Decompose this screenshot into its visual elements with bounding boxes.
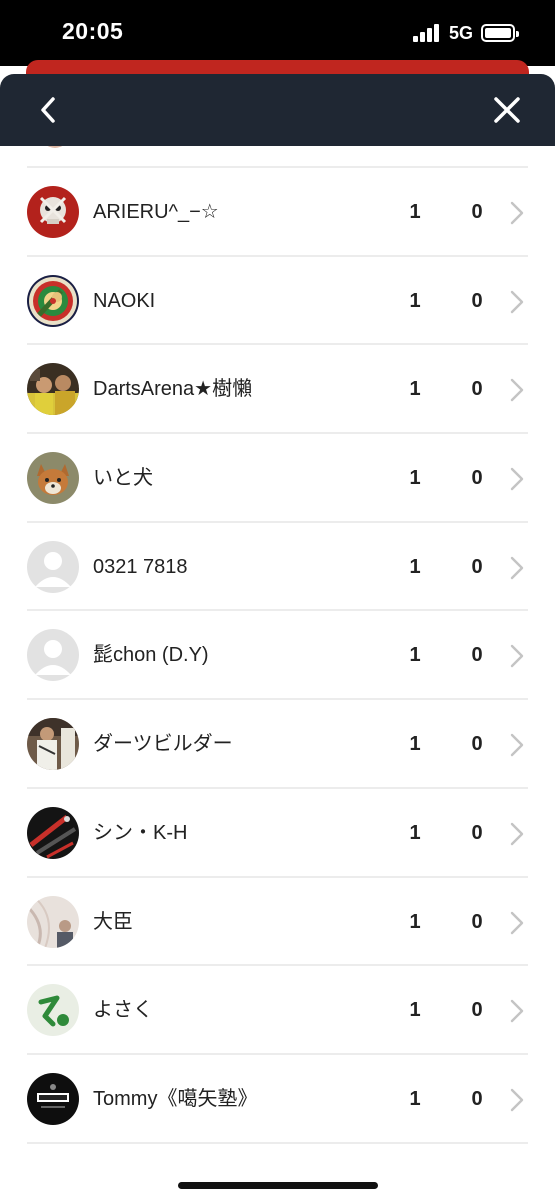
- avatar: [27, 629, 79, 682]
- chevron-left-icon: [41, 97, 55, 123]
- stat-value-1: 1: [409, 289, 421, 312]
- player-name: シン・K-H: [93, 821, 188, 844]
- list-item[interactable]: NAOKI 1 0: [27, 257, 528, 346]
- stat-value-1: 1: [409, 378, 421, 401]
- stat-value-1: 1: [409, 733, 421, 756]
- stat-value-2: 0: [471, 201, 483, 223]
- stat-value-1: 1: [409, 467, 421, 490]
- chevron-right-icon: [510, 467, 524, 491]
- stat-value-2: 0: [471, 378, 483, 401]
- player-name: いと犬: [93, 467, 153, 490]
- list-item-partial: [27, 146, 528, 168]
- stat-value-1: 1: [409, 555, 421, 578]
- list-item[interactable]: ダーツビルダー 1 0: [27, 700, 528, 789]
- stat-value-2: 0: [471, 644, 483, 667]
- player-name: NAOKI: [93, 289, 156, 312]
- status-time: 20:05: [62, 18, 124, 44]
- player-name: Tommy《噶矢塾》: [93, 1087, 258, 1110]
- back-button[interactable]: [30, 90, 70, 130]
- chevron-right-icon: [510, 911, 524, 934]
- chevron-right-icon: [510, 1088, 524, 1112]
- player-list: ARIERU^_−☆ 1 0 NAOKI 1 0 DartsArena★樹懶 1 0 いと犬 1 0 0…: [0, 146, 555, 1146]
- stat-value-2: 0: [471, 910, 483, 933]
- list-item[interactable]: 大臣 1 0: [27, 878, 528, 967]
- stat-value-1: 1: [409, 999, 421, 1022]
- close-icon: [494, 97, 520, 123]
- chevron-right-icon: [510, 999, 524, 1023]
- stat-value-1: 1: [409, 821, 421, 844]
- avatar: [27, 363, 79, 416]
- screen: 20:05 5G ARIERU^_−☆ 1 0 NAOKI 1 0 DartsA…: [0, 0, 555, 1200]
- chevron-right-icon: [510, 822, 524, 846]
- player-name: 大臣: [93, 910, 133, 933]
- status-bar: 20:05 5G: [0, 0, 555, 66]
- chevron-right-icon: [510, 201, 524, 225]
- player-name: 0321 7818: [93, 555, 188, 578]
- chevron-right-icon: [510, 733, 524, 757]
- stat-value-2: 0: [471, 999, 483, 1022]
- status-indicators: 5G: [412, 22, 519, 44]
- stat-value-1: 1: [409, 910, 421, 933]
- list-item[interactable]: 0321 7818 1 0: [27, 523, 528, 612]
- avatar: [27, 895, 79, 948]
- stat-value-2: 0: [471, 467, 483, 490]
- chevron-right-icon: [510, 556, 524, 579]
- stat-value-1: 1: [409, 201, 421, 223]
- avatar: [27, 274, 79, 327]
- list-item[interactable]: よさく 1 0: [27, 966, 528, 1055]
- list-item[interactable]: 髭chon (D.Y) 1 0: [27, 611, 528, 701]
- stat-value-2: 0: [471, 821, 483, 844]
- player-name: 髭chon (D.Y): [93, 644, 209, 667]
- avatar: [27, 452, 79, 505]
- chevron-right-icon: [510, 290, 524, 313]
- avatar: [27, 806, 79, 859]
- avatar: [27, 1072, 79, 1125]
- avatar: [41, 146, 69, 148]
- battery-icon: [481, 24, 519, 42]
- stat-value-2: 0: [471, 555, 483, 578]
- player-name: ARIERU^_−☆: [93, 201, 219, 223]
- signal-icon: [412, 24, 441, 42]
- stat-value-2: 0: [471, 733, 483, 756]
- avatar: [27, 186, 79, 238]
- network-label: 5G: [448, 22, 473, 43]
- avatar: [27, 718, 79, 771]
- list-item[interactable]: いと犬 1 0: [27, 434, 528, 523]
- player-name: よさく: [93, 999, 153, 1022]
- avatar: [27, 540, 79, 593]
- player-name: ダーツビルダー: [93, 733, 233, 756]
- chevron-right-icon: [510, 645, 524, 668]
- stat-value-1: 1: [409, 1087, 421, 1110]
- list-item[interactable]: ARIERU^_−☆ 1 0: [27, 168, 528, 257]
- avatar: [27, 984, 79, 1037]
- list-item[interactable]: Tommy《噶矢塾》 1 0: [27, 1055, 528, 1144]
- player-name: DartsArena★樹懶: [93, 378, 253, 401]
- home-indicator: [178, 1182, 378, 1189]
- modal-header: [0, 74, 555, 146]
- stat-value-2: 0: [471, 1087, 483, 1110]
- close-button[interactable]: [487, 90, 527, 130]
- list-item[interactable]: DartsArena★樹懶 1 0: [27, 345, 528, 435]
- stat-value-2: 0: [471, 289, 483, 312]
- list-item[interactable]: シン・K-H 1 0: [27, 789, 528, 878]
- chevron-right-icon: [510, 379, 524, 402]
- stat-value-1: 1: [409, 644, 421, 667]
